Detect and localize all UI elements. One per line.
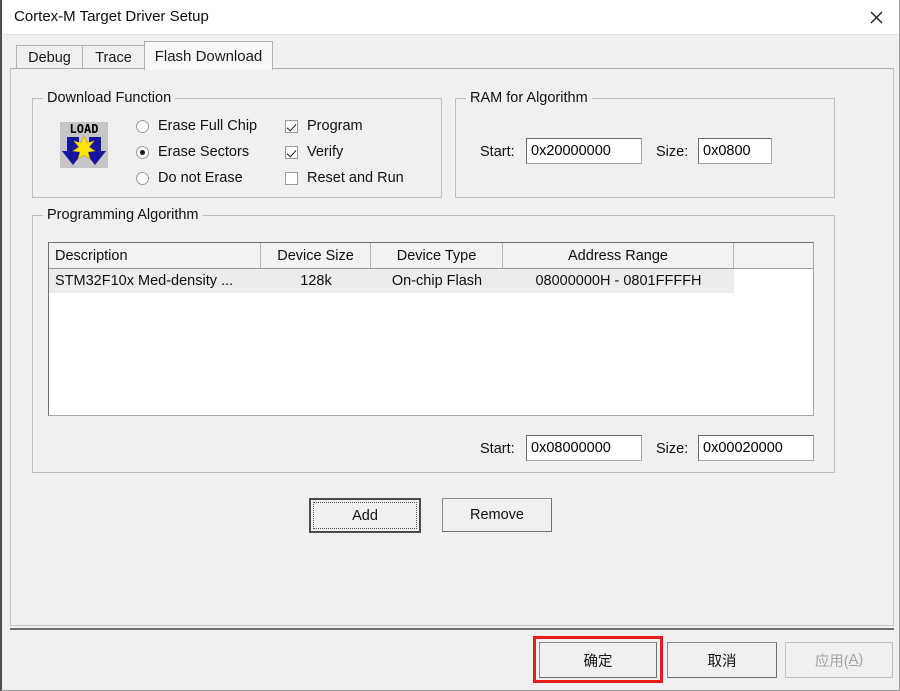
checkbox-program[interactable]: Program [285,118,363,134]
apply-button-label-prefix: 应用( [814,653,849,670]
add-button-label: Add [352,507,378,524]
tab-trace[interactable]: Trace [82,45,145,69]
apply-button-accelerator: A [848,652,859,668]
remove-button-label: Remove [470,507,524,523]
radio-erase-sectors[interactable]: Erase Sectors [136,144,249,160]
tab-debug[interactable]: Debug [16,45,83,69]
download-function-group-title: Download Function [43,90,176,106]
column-header-empty[interactable] [734,243,813,268]
close-icon[interactable] [853,0,899,34]
checkbox-verify-indicator [285,145,298,159]
checkbox-reset-and-run[interactable]: Reset and Run [285,170,404,186]
add-button[interactable]: Add [309,498,421,533]
flash-start-input[interactable]: 0x08000000 [526,435,642,461]
ok-button[interactable]: 确定 [539,642,657,678]
radio-erase-full-chip[interactable]: Erase Full Chip [136,118,257,134]
cell-address-range: 08000000H - 0801FFFFH [535,273,702,289]
ram-for-algorithm-group-title: RAM for Algorithm [466,90,592,106]
cell-empty [734,269,813,293]
cell-device-size: 128k [300,273,332,289]
radio-do-not-erase-label: Do not Erase [158,170,243,186]
tab-flash-download[interactable]: Flash Download [144,41,273,70]
tab-strip: Debug Trace Flash Download [10,41,894,70]
radio-erase-full-chip-indicator [136,119,149,133]
table-header-row: Description Device Size Device Type Addr… [49,243,813,269]
ram-size-label: Size: [656,144,689,160]
cancel-button-label: 取消 [707,653,737,670]
window-title: Cortex-M Target Driver Setup [14,8,209,25]
ram-size-input[interactable]: 0x0800 [698,138,772,164]
radio-erase-full-chip-label: Erase Full Chip [158,118,258,134]
tab-debug-label: Debug [28,49,71,66]
column-header-address-range[interactable]: Address Range [503,243,734,268]
cancel-button[interactable]: 取消 [667,642,777,678]
checkbox-reset-and-run-label: Reset and Run [307,170,404,186]
ram-start-input[interactable]: 0x20000000 [526,138,642,164]
footer-separator [10,628,894,630]
cell-device-type: On-chip Flash [391,273,483,289]
tab-flash-download-label: Flash Download [154,47,263,65]
checkbox-reset-and-run-indicator [285,171,298,185]
flash-size-label: Size: [656,441,689,457]
programming-algorithm-list[interactable]: Description Device Size Device Type Addr… [48,242,814,416]
apply-button: 应用(A) [785,642,893,678]
programming-algorithm-group-title: Programming Algorithm [43,207,203,223]
radio-erase-sectors-label: Erase Sectors [158,144,250,160]
table-row[interactable]: STM32F10x Med-density ... 128k On-chip F… [49,269,813,293]
cell-description: STM32F10x Med-density ... [55,273,234,289]
apply-button-label-suffix: ) [858,652,864,668]
checkbox-program-label: Program [307,118,363,134]
radio-do-not-erase-indicator [136,171,149,185]
ram-start-label: Start: [480,144,515,160]
checkbox-verify[interactable]: Verify [285,144,343,160]
checkbox-verify-label: Verify [307,144,344,160]
flash-size-input[interactable]: 0x00020000 [698,435,814,461]
title-bar: Cortex-M Target Driver Setup [2,0,899,35]
column-header-description[interactable]: Description [49,243,261,268]
remove-button[interactable]: Remove [442,498,552,532]
ok-button-label: 确定 [583,653,613,670]
radio-erase-sectors-indicator [136,145,149,159]
tab-trace-label: Trace [95,49,132,66]
dialog-window: Cortex-M Target Driver Setup Debug Trace… [0,0,900,691]
checkbox-program-indicator [285,119,298,133]
column-header-device-size[interactable]: Device Size [261,243,371,268]
flash-start-label: Start: [480,441,515,457]
radio-do-not-erase[interactable]: Do not Erase [136,170,243,186]
load-icon: LOAD [60,122,108,168]
column-header-device-type[interactable]: Device Type [371,243,503,268]
